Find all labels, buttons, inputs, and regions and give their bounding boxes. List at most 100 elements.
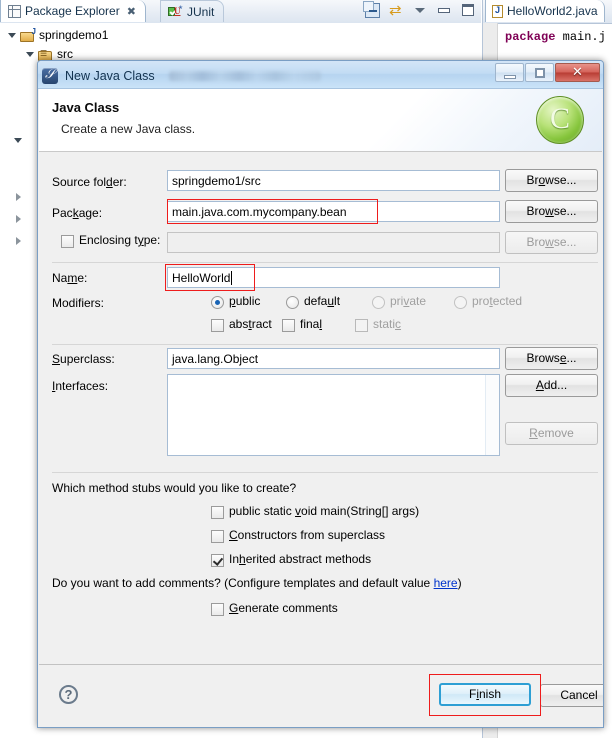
screen: Package Explorer ✖ U * JUnit ⇄ J springd… <box>0 0 612 738</box>
editor-tab-label: HelloWorld2.java <box>507 4 598 18</box>
new-java-class-dialog: New Java Class ✕ Java Class Create a new… <box>37 60 604 728</box>
separator <box>52 472 598 473</box>
modifier-label-public: public <box>229 294 261 308</box>
modifier-radio-public[interactable] <box>211 296 224 309</box>
modifier-label-static: static <box>373 317 402 331</box>
modifier-label-abstract: abstract <box>229 317 272 331</box>
tab-helloworld2-java[interactable]: HelloWorld2.java <box>485 0 605 22</box>
java-class-badge-icon: C <box>536 96 584 144</box>
package-label: Package: <box>52 206 103 220</box>
window-controls: ✕ <box>495 63 600 82</box>
tree-item-label: src <box>57 47 73 61</box>
stub-label-inherited: Inherited abstract methods <box>229 552 372 566</box>
modifier-checkbox-abstract[interactable] <box>211 319 224 332</box>
cancel-button[interactable]: Cancel <box>540 684 603 707</box>
java-project-icon: J <box>20 27 36 42</box>
tree-collapsed-row[interactable] <box>16 215 21 223</box>
generate-comments-label: Generate comments <box>229 601 338 615</box>
new-java-class-icon <box>42 67 58 84</box>
modifier-radio-private <box>372 296 385 309</box>
source-folder-label: Source folder: <box>52 175 127 189</box>
superclass-input[interactable]: java.lang.Object <box>167 348 500 369</box>
expand-arrow-icon[interactable] <box>26 51 34 57</box>
modifiers-label: Modifiers: <box>52 296 105 310</box>
package-explorer-icon <box>8 4 21 18</box>
name-label: Name: <box>52 271 88 285</box>
enclosing-type-checkbox[interactable] <box>61 235 74 248</box>
tree-item-springdemo1[interactable]: J springdemo1 <box>8 27 109 42</box>
modifier-radio-protected <box>454 296 467 309</box>
interfaces-label: Interfaces: <box>52 379 109 393</box>
tree-item-label: springdemo1 <box>39 28 109 42</box>
method-stubs-question: Which method stubs would you like to cre… <box>52 481 297 495</box>
superclass-browse-button[interactable]: Browse... <box>505 347 598 370</box>
separator <box>52 344 598 345</box>
source-folder-icon: ☰ <box>38 48 53 61</box>
finish-button[interactable]: Finish <box>439 683 531 706</box>
tab-junit-label: JUnit <box>187 4 215 19</box>
modifier-label-default: default <box>304 294 341 308</box>
modifier-radio-default[interactable] <box>286 296 299 309</box>
close-icon[interactable]: ✖ <box>127 5 136 18</box>
collapse-arrow-icon[interactable] <box>16 215 21 223</box>
minimize-icon[interactable] <box>437 3 452 18</box>
enclosing-type-label: Enclosing type: <box>79 233 161 247</box>
source-folder-input[interactable]: springdemo1/src <box>167 170 500 191</box>
close-button[interactable]: ✕ <box>555 63 600 82</box>
stub-checkbox-inherited[interactable] <box>211 554 224 567</box>
collapse-arrow-icon[interactable] <box>16 193 21 201</box>
configure-templates-link[interactable]: here <box>434 576 458 590</box>
blurred-title-suffix <box>168 71 321 81</box>
dialog-titlebar[interactable]: New Java Class ✕ <box>38 61 603 89</box>
view-menu-icon[interactable] <box>413 3 428 18</box>
collapse-arrow-icon[interactable] <box>16 237 21 245</box>
maximize-icon[interactable] <box>461 3 476 18</box>
view-toolbar: ⇄ <box>363 1 476 18</box>
expand-arrow-icon[interactable] <box>8 32 16 38</box>
code-keyword: package <box>505 30 556 44</box>
tree-expand-arrow-row[interactable] <box>14 138 22 143</box>
minimize-button[interactable] <box>495 63 524 82</box>
tree-item-src[interactable]: ☰ src <box>26 47 73 61</box>
dialog-title: New Java Class <box>65 69 155 83</box>
stub-label-main-method: public static void main(String[] args) <box>229 504 420 518</box>
name-input[interactable]: HelloWorld <box>167 267 500 288</box>
tab-package-explorer-label: Package Explorer <box>25 4 120 18</box>
stub-checkbox-main-method[interactable] <box>211 506 224 519</box>
modifier-checkbox-final[interactable] <box>282 319 295 332</box>
enclosing-type-input <box>167 232 500 253</box>
badge-letter: C <box>549 102 570 135</box>
link-with-editor-icon[interactable]: ⇄ <box>389 3 404 18</box>
tab-junit[interactable]: U * JUnit <box>160 0 225 22</box>
help-icon[interactable]: ? <box>59 685 78 704</box>
modifier-label-final: final <box>300 317 323 331</box>
java-file-icon <box>492 4 503 18</box>
page-title: Java Class <box>52 100 120 115</box>
stub-label-constructors: Constructors from superclass <box>229 528 386 542</box>
package-input[interactable]: main.java.com.mycompany.bean <box>167 201 500 222</box>
generate-comments-checkbox[interactable] <box>211 603 224 616</box>
dialog-header: Java Class Create a new Java class. C <box>39 89 602 152</box>
interfaces-list[interactable] <box>167 374 500 456</box>
stub-checkbox-constructors[interactable] <box>211 530 224 543</box>
code-line: package main.j <box>505 30 606 44</box>
maximize-button[interactable] <box>525 63 554 82</box>
expand-arrow-icon[interactable] <box>14 138 22 143</box>
interfaces-add-button[interactable]: Add... <box>505 374 598 397</box>
tab-package-explorer[interactable]: Package Explorer ✖ <box>0 0 146 22</box>
enclosing-type-browse-button: Browse... <box>505 231 598 254</box>
tree-collapsed-row[interactable] <box>16 237 21 245</box>
editor-tabbar: HelloWorld2.java <box>483 0 612 24</box>
package-explorer-tabbar: Package Explorer ✖ U * JUnit ⇄ <box>0 0 481 24</box>
modifier-checkbox-static <box>355 319 368 332</box>
separator <box>52 262 598 263</box>
collapse-all-icon[interactable] <box>363 1 380 18</box>
source-folder-browse-button[interactable]: Browse... <box>505 169 598 192</box>
dialog-body: Source folder: springdemo1/src Browse...… <box>39 152 602 665</box>
package-browse-button[interactable]: Browse... <box>505 200 598 223</box>
page-description: Create a new Java class. <box>61 122 196 136</box>
modifier-label-protected: protected <box>472 294 523 308</box>
interfaces-remove-button: Remove <box>505 422 598 445</box>
tree-collapsed-row[interactable] <box>16 193 21 201</box>
dialog-footer: ? Finish Cancel <box>39 664 603 727</box>
